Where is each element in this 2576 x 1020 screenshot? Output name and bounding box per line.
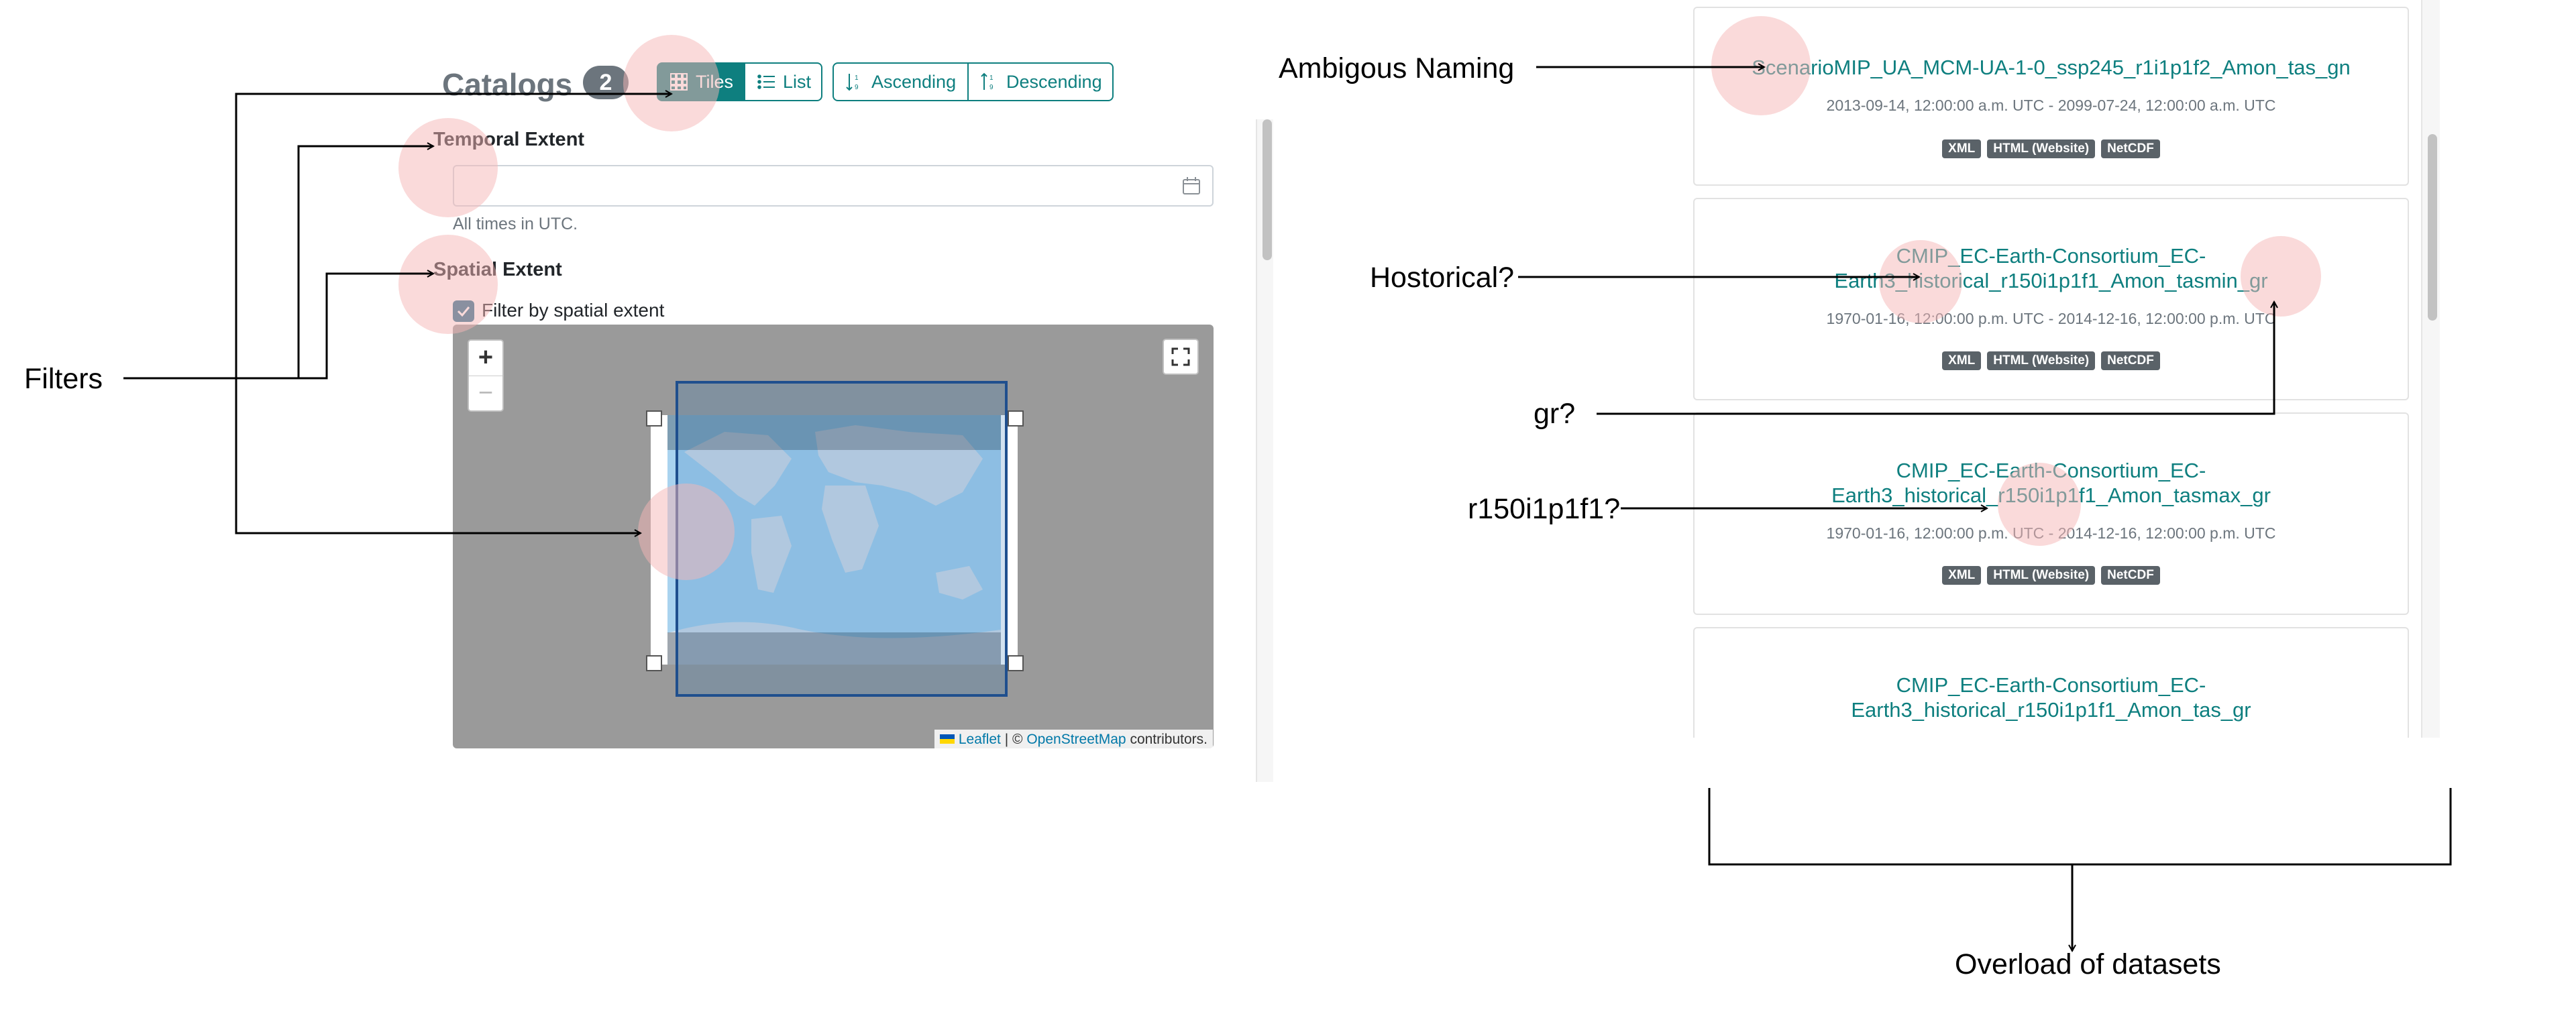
highlight-circle bbox=[398, 118, 498, 217]
member-annotation: r150i1p1f1? bbox=[1468, 493, 1621, 525]
overload-annotation: Overload of datasets bbox=[1955, 948, 2221, 980]
highlight-circle bbox=[2241, 236, 2321, 317]
ambiguous-naming-annotation: Ambigous Naming bbox=[1279, 52, 1515, 84]
annotation-overlay bbox=[123, 16, 2452, 1020]
filters-arrow-map bbox=[235, 378, 641, 533]
highlight-circle bbox=[1711, 16, 1811, 115]
overload-bracket bbox=[1708, 788, 2452, 866]
highlight-circle bbox=[623, 35, 720, 131]
highlight-circle bbox=[638, 484, 735, 580]
gr-annotation: gr? bbox=[1534, 398, 1576, 430]
highlight-circles bbox=[398, 16, 2321, 580]
highlight-circle bbox=[398, 235, 498, 334]
filters-arrow-temporal bbox=[123, 146, 433, 380]
filters-annotation: Filters bbox=[24, 363, 103, 395]
highlight-circle bbox=[1998, 463, 2081, 546]
historical-annotation: Hostorical? bbox=[1370, 262, 1515, 294]
highlight-circle bbox=[1879, 240, 1962, 323]
